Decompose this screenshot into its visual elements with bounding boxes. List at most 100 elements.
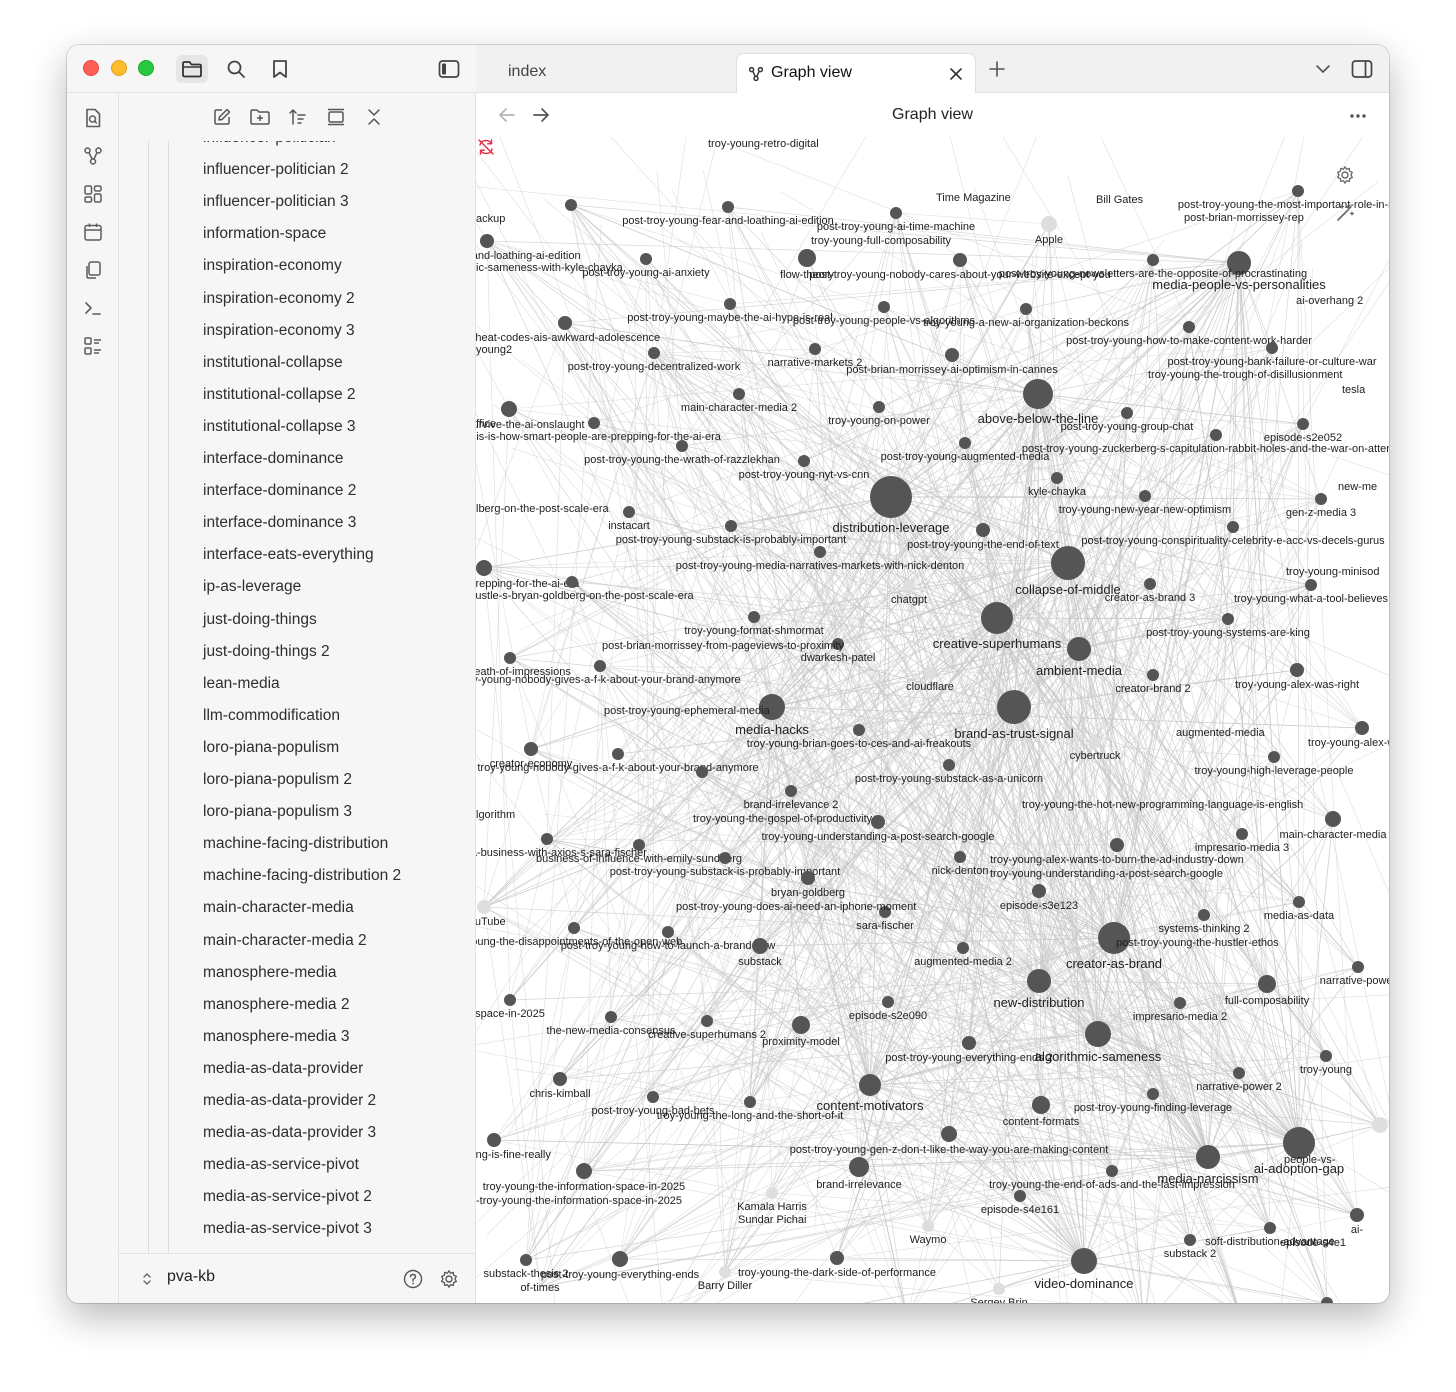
graph-node[interactable]	[633, 839, 645, 851]
file-tree-item[interactable]: influencer-politician 2	[203, 158, 349, 182]
file-tree-item[interactable]: institutional-collapse 3	[203, 415, 356, 439]
graph-node[interactable]	[954, 851, 966, 863]
graph-node[interactable]	[962, 1036, 976, 1050]
graph-node[interactable]	[477, 900, 491, 914]
file-tree-item[interactable]: media-as-data-provider	[203, 1057, 363, 1081]
graph-node[interactable]	[859, 1074, 881, 1096]
graph-node[interactable]	[1027, 969, 1051, 993]
graph-node[interactable]	[1258, 975, 1276, 993]
graph-node[interactable]	[1106, 1165, 1118, 1177]
graph-node[interactable]	[890, 207, 902, 219]
file-tree-item[interactable]: lean-media	[203, 672, 280, 696]
graph-node[interactable]	[1290, 663, 1304, 677]
graph-node[interactable]	[504, 652, 516, 664]
file-tree-item[interactable]: loro-piana-populism	[203, 736, 339, 760]
command-palette-button[interactable]	[81, 296, 105, 320]
graph-node[interactable]	[941, 1126, 957, 1142]
graph-node[interactable]	[1268, 751, 1280, 763]
file-tree-item[interactable]: manosphere-media	[203, 961, 337, 985]
graph-node[interactable]	[801, 871, 815, 885]
file-tree-item[interactable]: media-as-data-provider 3	[203, 1121, 376, 1145]
graph-node[interactable]	[1184, 1234, 1196, 1246]
graph-node[interactable]	[814, 546, 826, 558]
graph-node[interactable]	[1067, 637, 1091, 661]
graph-node[interactable]	[997, 690, 1031, 724]
zoom-window-button[interactable]	[138, 60, 154, 76]
file-tree-item[interactable]: influencer-politician	[203, 141, 336, 150]
graph-node[interactable]	[1372, 1117, 1388, 1133]
graph-node[interactable]	[504, 994, 516, 1006]
bookmarks-button[interactable]	[264, 55, 296, 83]
graph-node[interactable]	[878, 301, 890, 313]
graph-node[interactable]	[1051, 546, 1085, 580]
file-tree-item[interactable]: machine-facing-distribution 2	[203, 864, 401, 888]
graph-node[interactable]	[1020, 303, 1032, 315]
graph-node[interactable]	[873, 401, 885, 413]
file-tree-item[interactable]: interface-dominance	[203, 447, 343, 471]
graph-node[interactable]	[1196, 1145, 1220, 1169]
file-tree-item[interactable]: inspiration-economy 2	[203, 287, 355, 311]
file-tree-item[interactable]: ip-as-leverage	[203, 575, 301, 599]
graph-node[interactable]	[798, 249, 816, 267]
file-tree-item[interactable]: manosphere-media 3	[203, 1025, 349, 1049]
graph-node[interactable]	[830, 1251, 844, 1265]
file-tree-item[interactable]: just-doing-things 2	[203, 640, 330, 664]
sync-off-icon[interactable]	[476, 137, 496, 157]
graph-node[interactable]	[648, 347, 660, 359]
graph-node[interactable]	[1147, 1088, 1159, 1100]
file-tree-item[interactable]: manosphere-media 2	[203, 993, 349, 1017]
right-sidebar-toggle-icon[interactable]	[1351, 59, 1373, 79]
graph-node[interactable]	[722, 201, 734, 213]
graph-node[interactable]	[696, 766, 708, 778]
graph-node[interactable]	[1144, 578, 1156, 590]
graph-node[interactable]	[849, 1157, 869, 1177]
graph-node[interactable]	[541, 833, 553, 845]
vault-switcher[interactable]: pva-kb	[167, 1268, 215, 1286]
graph-node[interactable]	[953, 253, 967, 267]
graph-node[interactable]	[744, 1096, 756, 1108]
graph-view-button[interactable]	[81, 144, 105, 168]
file-tree-item[interactable]: interface-dominance 2	[203, 479, 356, 503]
minimize-window-button[interactable]	[111, 60, 127, 76]
left-sidebar-toggle[interactable]	[433, 55, 465, 83]
graph-node[interactable]	[1147, 254, 1159, 266]
graph-node[interactable]	[882, 996, 894, 1008]
sort-button[interactable]	[286, 105, 310, 129]
daily-notes-button[interactable]	[81, 220, 105, 244]
graph-node[interactable]	[1198, 909, 1210, 921]
graph-node[interactable]	[748, 611, 760, 623]
graph-node[interactable]	[1032, 884, 1046, 898]
file-tree-item[interactable]: interface-dominance 3	[203, 511, 356, 535]
graph-node[interactable]	[520, 1254, 532, 1266]
chevron-updown-icon[interactable]	[141, 1271, 153, 1287]
graph-node[interactable]	[553, 1072, 567, 1086]
graph-node[interactable]	[733, 388, 745, 400]
graph-node[interactable]	[1325, 811, 1341, 827]
file-tree-item[interactable]: influencer-politician 3	[203, 190, 349, 214]
graph-node[interactable]	[1139, 490, 1151, 502]
graph-node[interactable]	[1014, 1190, 1026, 1202]
canvas-button[interactable]	[81, 182, 105, 206]
graph-node[interactable]	[1089, 736, 1101, 748]
graph-node[interactable]	[1222, 613, 1234, 625]
close-window-button[interactable]	[83, 60, 99, 76]
graph-node[interactable]	[1071, 1248, 1097, 1274]
file-tree-item[interactable]: machine-facing-distribution	[203, 832, 388, 856]
graph-node[interactable]	[1355, 721, 1369, 735]
graph-node[interactable]	[558, 316, 572, 330]
graph-node[interactable]	[565, 199, 577, 211]
graph-node[interactable]	[719, 852, 731, 864]
new-note-button[interactable]	[210, 105, 234, 129]
collapse-all-button[interactable]	[324, 105, 348, 129]
graph-node[interactable]	[647, 1091, 659, 1103]
graph-node[interactable]	[1121, 407, 1133, 419]
graph-node[interactable]	[1023, 379, 1053, 409]
graph-node[interactable]	[1264, 1222, 1276, 1234]
file-tree-item[interactable]: interface-eats-everything	[203, 543, 374, 567]
file-tree-item[interactable]: loro-piana-populism 3	[203, 800, 352, 824]
graph-node[interactable]	[1032, 1096, 1050, 1114]
graph-node[interactable]	[993, 1283, 1005, 1295]
graph-node[interactable]	[957, 942, 969, 954]
graph-node[interactable]	[487, 1133, 501, 1147]
graph-node[interactable]	[1305, 579, 1317, 591]
